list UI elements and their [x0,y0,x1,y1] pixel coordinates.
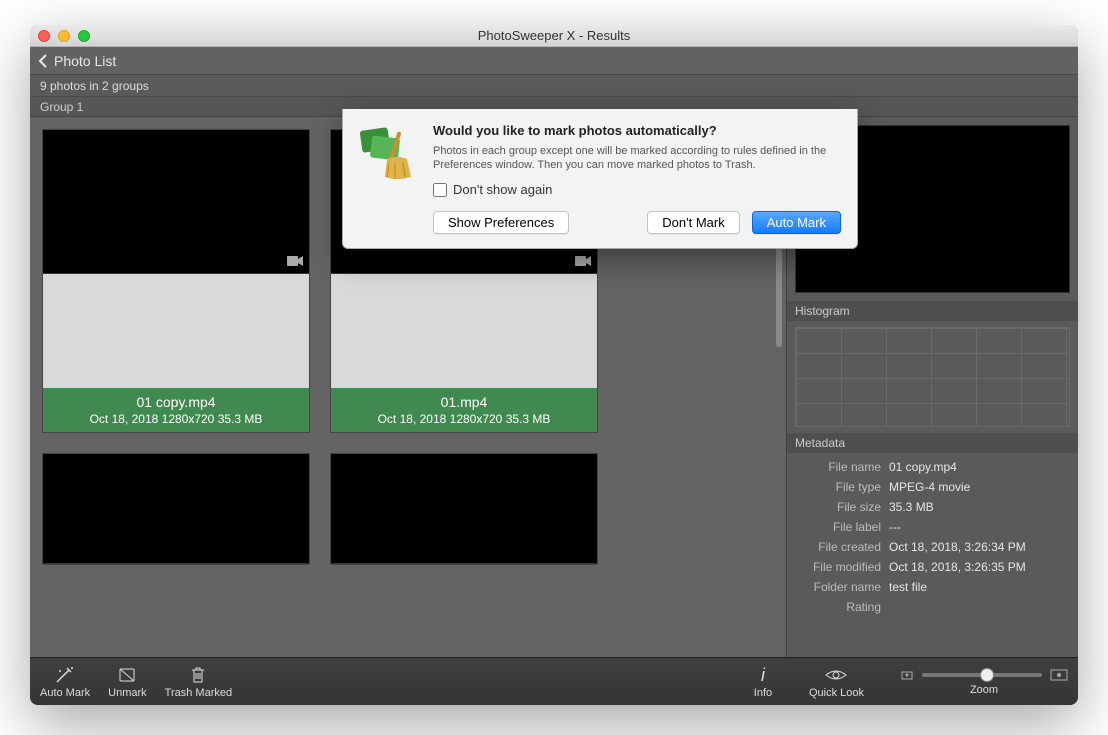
histogram-header: Histogram [787,301,1078,321]
thumbnail [43,454,309,564]
trash-icon [188,665,208,685]
info-button[interactable]: i Info [753,665,773,699]
svg-text:i: i [761,665,766,685]
zoom-small-icon [900,668,914,682]
zoom-slider[interactable] [922,673,1042,677]
metadata-table: File name01 copy.mp4 File typeMPEG-4 mov… [787,453,1078,621]
bottom-toolbar: Auto Mark Unmark Trash Marked i Info [30,657,1078,705]
minimize-window-button[interactable] [58,30,70,42]
auto-mark-dialog: Would you like to mark photos automatica… [342,109,858,249]
file-name: 01 copy.mp4 [47,394,305,410]
quick-look-button[interactable]: Quick Look [809,665,864,699]
unmark-button[interactable]: Unmark [108,665,147,699]
histogram [795,327,1070,427]
auto-mark-button[interactable]: Auto Mark [40,665,90,699]
thumbnail [43,130,309,274]
dont-mark-button[interactable]: Don't Mark [647,211,739,234]
titlebar: PhotoSweeper X - Results [30,25,1078,47]
broom-icon [357,123,417,179]
file-meta: Oct 18, 2018 1280x720 35.3 MB [335,412,593,426]
back-label: Photo List [54,53,116,69]
thumbnail [331,454,597,564]
photo-card[interactable] [330,453,598,565]
dont-show-checkbox-input[interactable] [433,183,447,197]
video-icon [575,255,591,267]
unmark-icon [116,665,138,685]
file-name: 01.mp4 [335,394,593,410]
close-window-button[interactable] [38,30,50,42]
metadata-header: Metadata [787,433,1078,453]
dialog-title: Would you like to mark photos automatica… [433,123,841,138]
dont-show-again-checkbox[interactable]: Don't show again [433,182,841,197]
photo-card[interactable]: 01 copy.mp4 Oct 18, 2018 1280x720 35.3 M… [42,129,310,433]
status-summary: 9 photos in 2 groups [30,75,1078,97]
eye-icon [824,665,848,685]
app-window: PhotoSweeper X - Results Photo List 9 ph… [30,25,1078,705]
chevron-left-icon [38,54,50,68]
photo-card[interactable] [42,453,310,565]
info-icon: i [753,665,773,685]
zoom-large-icon [1050,668,1068,682]
auto-mark-confirm-button[interactable]: Auto Mark [752,211,841,234]
back-button[interactable]: Photo List [30,47,1078,75]
zoom-control: Zoom [900,668,1068,696]
file-meta: Oct 18, 2018 1280x720 35.3 MB [47,412,305,426]
show-preferences-button[interactable]: Show Preferences [433,211,569,234]
window-title: PhotoSweeper X - Results [30,28,1078,43]
trash-marked-button[interactable]: Trash Marked [165,665,232,699]
fullscreen-window-button[interactable] [78,30,90,42]
dialog-body: Photos in each group except one will be … [433,144,841,172]
video-icon [287,255,303,267]
wand-icon [54,665,76,685]
